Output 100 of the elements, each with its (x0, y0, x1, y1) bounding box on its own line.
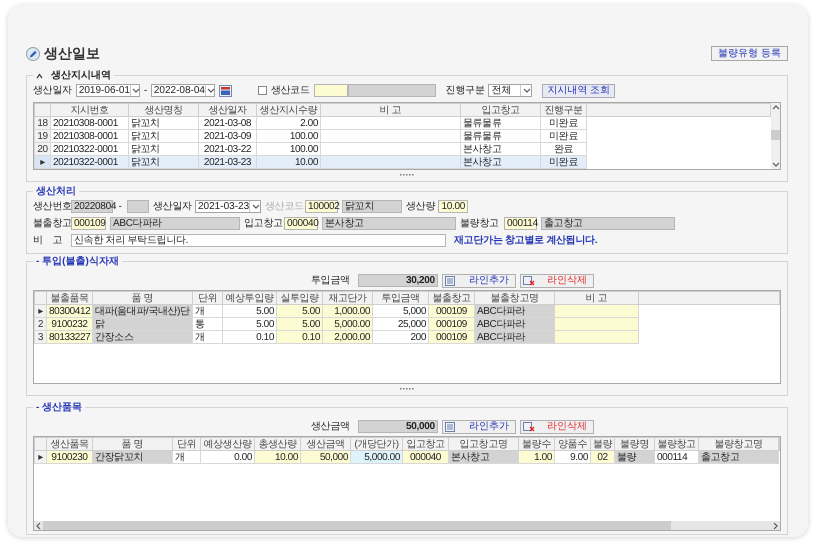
column-header[interactable]: 불출창고 (428, 292, 474, 304)
column-header[interactable]: 투입금액 (372, 292, 428, 304)
table-cell: 0.10 (222, 330, 276, 344)
column-header[interactable]: 예상투입량 (222, 292, 276, 304)
column-header[interactable]: 불출창고명 (474, 292, 554, 304)
row-header[interactable]: ▸ (34, 304, 46, 318)
table-cell: 9100230 (46, 450, 92, 464)
input-field[interactable]: 000040 (284, 217, 318, 230)
add-line-button[interactable]: 라인추가 (442, 420, 516, 434)
page-title: 생산일보 (44, 44, 100, 63)
row-header[interactable]: ▸ (34, 156, 50, 168)
input-field[interactable]: 본사창고 (322, 217, 456, 230)
row-header[interactable]: 2 (34, 318, 46, 330)
row-header[interactable]: 19 (34, 130, 50, 142)
column-header[interactable]: 총생산량 (254, 438, 300, 450)
input-field[interactable]: 10.00 (438, 200, 468, 213)
column-header[interactable]: 비 고 (320, 104, 460, 116)
table-cell: 본사창고 (460, 142, 540, 156)
table-cell: 80133227 (46, 330, 92, 344)
splitter-grip-icon[interactable] (400, 172, 414, 176)
input-field[interactable]: 출고창고 (541, 217, 675, 230)
chevron-down-icon[interactable] (771, 160, 780, 169)
column-header[interactable]: 불량명 (614, 438, 654, 450)
column-header[interactable]: 입고창고 (402, 438, 448, 450)
code-field[interactable] (314, 84, 348, 97)
input-field[interactable]: 000114 (504, 217, 537, 230)
input-field[interactable]: 000109 (71, 217, 106, 230)
chevron-down-icon[interactable] (250, 202, 260, 211)
input-field[interactable]: ABC다파라 (110, 217, 240, 230)
section-title: - 투입(불출)식자재 (36, 256, 119, 267)
table-cell: 1.00 (518, 450, 554, 464)
date-dropdown[interactable]: 2022-08-04 (150, 84, 215, 97)
table-cell: 000040 (402, 450, 448, 464)
column-header[interactable]: 생산품목 (46, 438, 92, 450)
row-header[interactable]: 18 (34, 116, 50, 130)
scrollbar-thumb[interactable] (771, 130, 780, 140)
column-header[interactable]: 생산금액 (300, 438, 350, 450)
field-label: 입고창고 (244, 217, 280, 231)
collapse-icon[interactable] (36, 72, 43, 78)
table-cell: 간장소스 (92, 330, 192, 344)
column-header[interactable]: (개당단가) (350, 438, 402, 450)
date-dropdown[interactable]: 2021-03-23 (195, 200, 261, 213)
column-header[interactable]: 품 명 (92, 438, 172, 450)
vertical-scrollbar[interactable] (771, 103, 780, 169)
row-header[interactable]: 3 (34, 330, 46, 344)
column-header[interactable]: 단위 (172, 438, 200, 450)
table-cell: 닭꼬치 (128, 156, 198, 168)
column-header[interactable]: 품 명 (92, 292, 192, 304)
chevron-right-icon[interactable] (771, 521, 780, 530)
scrollbar-thumb[interactable] (43, 521, 671, 530)
column-header[interactable]: 재고단가 (322, 292, 372, 304)
table-cell: 미완료 (540, 116, 586, 130)
calendar-icon[interactable] (218, 84, 232, 96)
column-header[interactable]: 불량창고명 (698, 438, 778, 450)
delete-line-button[interactable]: 라인삭제 (520, 420, 594, 434)
input-field[interactable]: 신속한 처리 부탁드립니다. (71, 234, 446, 247)
checkbox[interactable] (258, 86, 267, 95)
table-cell: 2021-03-09 (198, 130, 256, 142)
table-cell: 완료 (540, 142, 586, 156)
column-header[interactable]: 비 고 (554, 292, 638, 304)
column-header[interactable]: 진행구분 (540, 104, 586, 116)
splitter-grip-icon[interactable] (400, 386, 414, 390)
section-title: 생산지시내역 (51, 70, 111, 81)
chevron-down-icon[interactable] (522, 86, 531, 95)
register-button[interactable]: 불량유형 등록 (711, 46, 788, 61)
column-header[interactable]: 지시번호 (50, 104, 128, 116)
delete-line-button[interactable]: 라인삭제 (520, 274, 594, 288)
input-field[interactable]: 닭꼬치 (342, 200, 402, 213)
column-header[interactable]: 불량창고 (654, 438, 698, 450)
chevron-down-icon[interactable] (206, 86, 215, 95)
table-cell: 25,000 (372, 318, 428, 330)
column-header[interactable]: 양품수 (554, 438, 590, 450)
table-cell: 5.00 (222, 318, 276, 330)
status-dropdown[interactable]: 전체 (488, 84, 532, 97)
input-field[interactable]: 100002 (305, 200, 338, 213)
column-header[interactable]: 생산지시수량 (256, 104, 320, 116)
column-header[interactable]: 입고창고 (460, 104, 540, 116)
horizontal-scrollbar[interactable] (34, 521, 780, 530)
column-header[interactable]: 단위 (192, 292, 222, 304)
add-line-button[interactable]: 라인추가 (442, 274, 516, 288)
date-dropdown[interactable]: 2019-06-01 (76, 84, 140, 97)
column-header[interactable]: 불출품목 (46, 292, 92, 304)
column-header[interactable]: 실투입량 (276, 292, 322, 304)
chevron-up-icon[interactable] (771, 103, 780, 112)
column-header[interactable]: 생산명칭 (128, 104, 198, 116)
row-header[interactable]: ▸ (34, 450, 46, 464)
row-header[interactable]: 20 (34, 142, 50, 156)
search-button[interactable]: 지시내역 조회 (542, 84, 616, 98)
column-header[interactable]: 입고창고명 (448, 438, 518, 450)
column-header[interactable]: 예상생산량 (200, 438, 254, 450)
field-label: 생산금액 (311, 420, 350, 434)
chevron-down-icon[interactable] (130, 86, 140, 95)
column-header[interactable]: 불량 (590, 438, 614, 450)
column-header[interactable]: 불량수 (518, 438, 554, 450)
column-header[interactable]: 생산일자 (198, 104, 256, 116)
input-field[interactable] (127, 200, 149, 213)
chevron-left-icon[interactable] (34, 521, 43, 530)
table-cell: 10.00 (256, 156, 320, 168)
table-cell: 미완료 (540, 130, 586, 142)
table-cell: 미완료 (540, 156, 586, 168)
